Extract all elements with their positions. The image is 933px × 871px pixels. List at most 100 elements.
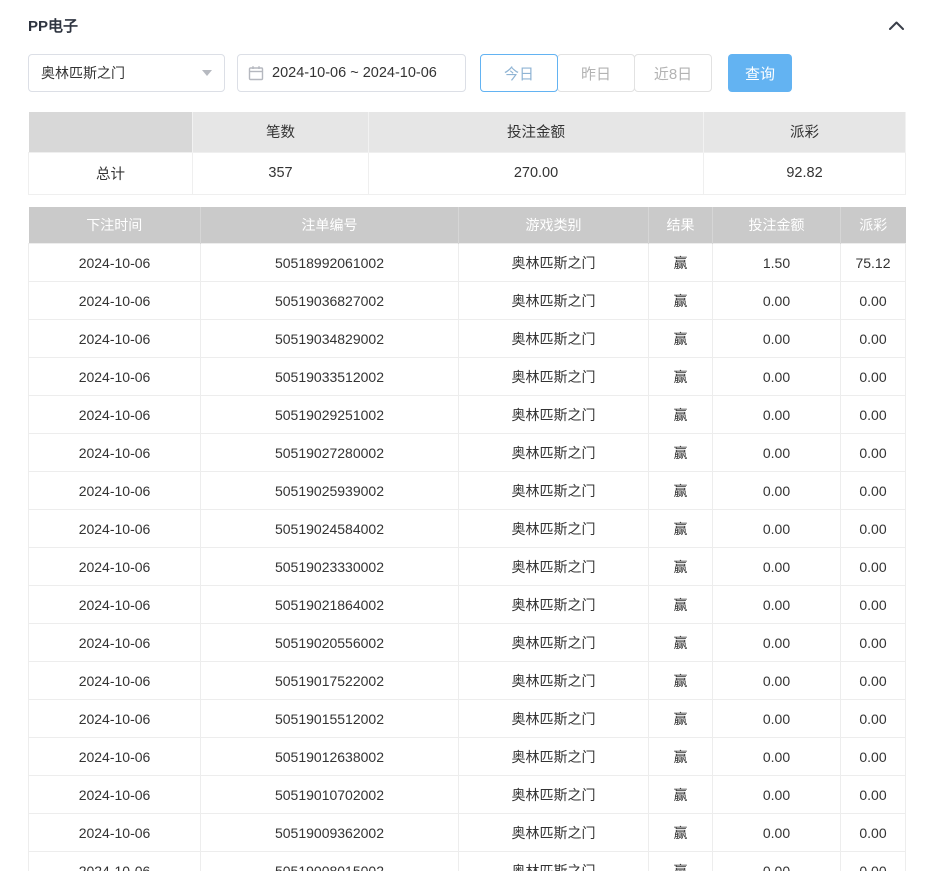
summary-table: 笔数 投注金额 派彩 总计 357 270.00 92.82 [28,112,906,195]
order-number-cell: 50519027280002 [201,434,459,472]
summary-total-count: 357 [193,152,369,194]
summary-total-row: 总计 357 270.00 92.82 [29,152,906,194]
order-number-cell: 50519008015002 [201,852,459,871]
result-cell: 赢 [649,548,713,586]
payout-cell: 0.00 [841,586,906,624]
bet-amount-cell: 0.00 [713,396,841,434]
col-header-bet-time: 下注时间 [29,207,201,244]
bet-amount-cell: 0.00 [713,282,841,320]
game-category-cell: 奥林匹斯之门 [459,358,649,396]
bet-amount-cell: 0.00 [713,472,841,510]
payout-cell: 0.00 [841,396,906,434]
order-number-cell: 50519025939002 [201,472,459,510]
summary-total-payout: 92.82 [704,152,906,194]
bet-time-cell: 2024-10-06 [29,738,201,776]
chevron-up-icon[interactable] [888,20,905,31]
quick-filter-group: 今日 昨日 近8日 [480,54,712,92]
bets-table: 下注时间 注单编号 游戏类别 结果 投注金额 派彩 2024-10-06 505… [28,207,906,871]
table-row: 2024-10-06 50519024584002 奥林匹斯之门 赢 0.00 … [29,510,906,548]
game-category-cell: 奥林匹斯之门 [459,282,649,320]
result-cell: 赢 [649,624,713,662]
game-category-cell: 奥林匹斯之门 [459,852,649,871]
result-cell: 赢 [649,510,713,548]
payout-cell: 0.00 [841,814,906,852]
order-number-cell: 50519033512002 [201,358,459,396]
search-button[interactable]: 查询 [728,54,792,92]
result-cell: 赢 [649,586,713,624]
bet-amount-cell: 0.00 [713,510,841,548]
table-row: 2024-10-06 50519020556002 奥林匹斯之门 赢 0.00 … [29,624,906,662]
result-cell: 赢 [649,320,713,358]
game-select[interactable]: 奥林匹斯之门 [28,54,225,92]
table-row: 2024-10-06 50519033512002 奥林匹斯之门 赢 0.00 … [29,358,906,396]
panel-header: PP电子 [28,10,905,40]
payout-cell: 0.00 [841,700,906,738]
summary-total-bet-amount: 270.00 [369,152,704,194]
game-category-cell: 奥林匹斯之门 [459,662,649,700]
bet-time-cell: 2024-10-06 [29,548,201,586]
col-header-game-category: 游戏类别 [459,207,649,244]
bet-amount-cell: 0.00 [713,662,841,700]
order-number-cell: 50519010702002 [201,776,459,814]
result-cell: 赢 [649,776,713,814]
table-row: 2024-10-06 50519012638002 奥林匹斯之门 赢 0.00 … [29,738,906,776]
quick-filter-today[interactable]: 今日 [480,54,558,92]
result-cell: 赢 [649,700,713,738]
order-number-cell: 50518992061002 [201,244,459,282]
payout-cell: 0.00 [841,776,906,814]
bet-time-cell: 2024-10-06 [29,434,201,472]
quick-filter-last8days[interactable]: 近8日 [634,54,712,92]
payout-cell: 0.00 [841,852,906,871]
summary-corner-cell [29,112,193,152]
game-category-cell: 奥林匹斯之门 [459,814,649,852]
table-row: 2024-10-06 50519036827002 奥林匹斯之门 赢 0.00 … [29,282,906,320]
order-number-cell: 50519036827002 [201,282,459,320]
col-header-order-number: 注单编号 [201,207,459,244]
order-number-cell: 50519012638002 [201,738,459,776]
game-category-cell: 奥林匹斯之门 [459,624,649,662]
bet-table-body: 2024-10-06 50518992061002 奥林匹斯之门 赢 1.50 … [29,244,906,871]
bet-time-cell: 2024-10-06 [29,624,201,662]
game-category-cell: 奥林匹斯之门 [459,738,649,776]
bet-time-cell: 2024-10-06 [29,358,201,396]
bet-amount-cell: 0.00 [713,586,841,624]
chevron-down-icon [202,70,212,76]
col-header-bet-amount: 投注金额 [713,207,841,244]
result-cell: 赢 [649,282,713,320]
summary-header-count: 笔数 [193,112,369,152]
result-cell: 赢 [649,472,713,510]
summary-header-payout: 派彩 [704,112,906,152]
game-select-value: 奥林匹斯之门 [41,63,125,83]
date-range-value: 2024-10-06 ~ 2024-10-06 [272,65,437,81]
table-row: 2024-10-06 50519009362002 奥林匹斯之门 赢 0.00 … [29,814,906,852]
game-category-cell: 奥林匹斯之门 [459,434,649,472]
bet-time-cell: 2024-10-06 [29,396,201,434]
table-row: 2024-10-06 50519010702002 奥林匹斯之门 赢 0.00 … [29,776,906,814]
game-category-cell: 奥林匹斯之门 [459,776,649,814]
result-cell: 赢 [649,434,713,472]
summary-header-row: 笔数 投注金额 派彩 [29,112,906,152]
date-range-input[interactable]: 2024-10-06 ~ 2024-10-06 [237,54,466,92]
panel-title: PP电子 [28,15,78,36]
quick-filter-yesterday[interactable]: 昨日 [557,54,635,92]
result-cell: 赢 [649,396,713,434]
bet-amount-cell: 0.00 [713,814,841,852]
payout-cell: 0.00 [841,662,906,700]
payout-cell: 0.00 [841,472,906,510]
order-number-cell: 50519020556002 [201,624,459,662]
bet-amount-cell: 0.00 [713,320,841,358]
order-number-cell: 50519024584002 [201,510,459,548]
game-category-cell: 奥林匹斯之门 [459,700,649,738]
bet-amount-cell: 0.00 [713,358,841,396]
bet-time-cell: 2024-10-06 [29,320,201,358]
table-row: 2024-10-06 50519015512002 奥林匹斯之门 赢 0.00 … [29,700,906,738]
bet-time-cell: 2024-10-06 [29,662,201,700]
game-category-cell: 奥林匹斯之门 [459,548,649,586]
order-number-cell: 50519023330002 [201,548,459,586]
bet-time-cell: 2024-10-06 [29,586,201,624]
bet-time-cell: 2024-10-06 [29,510,201,548]
bet-time-cell: 2024-10-06 [29,244,201,282]
bet-time-cell: 2024-10-06 [29,814,201,852]
result-cell: 赢 [649,662,713,700]
payout-cell: 0.00 [841,510,906,548]
